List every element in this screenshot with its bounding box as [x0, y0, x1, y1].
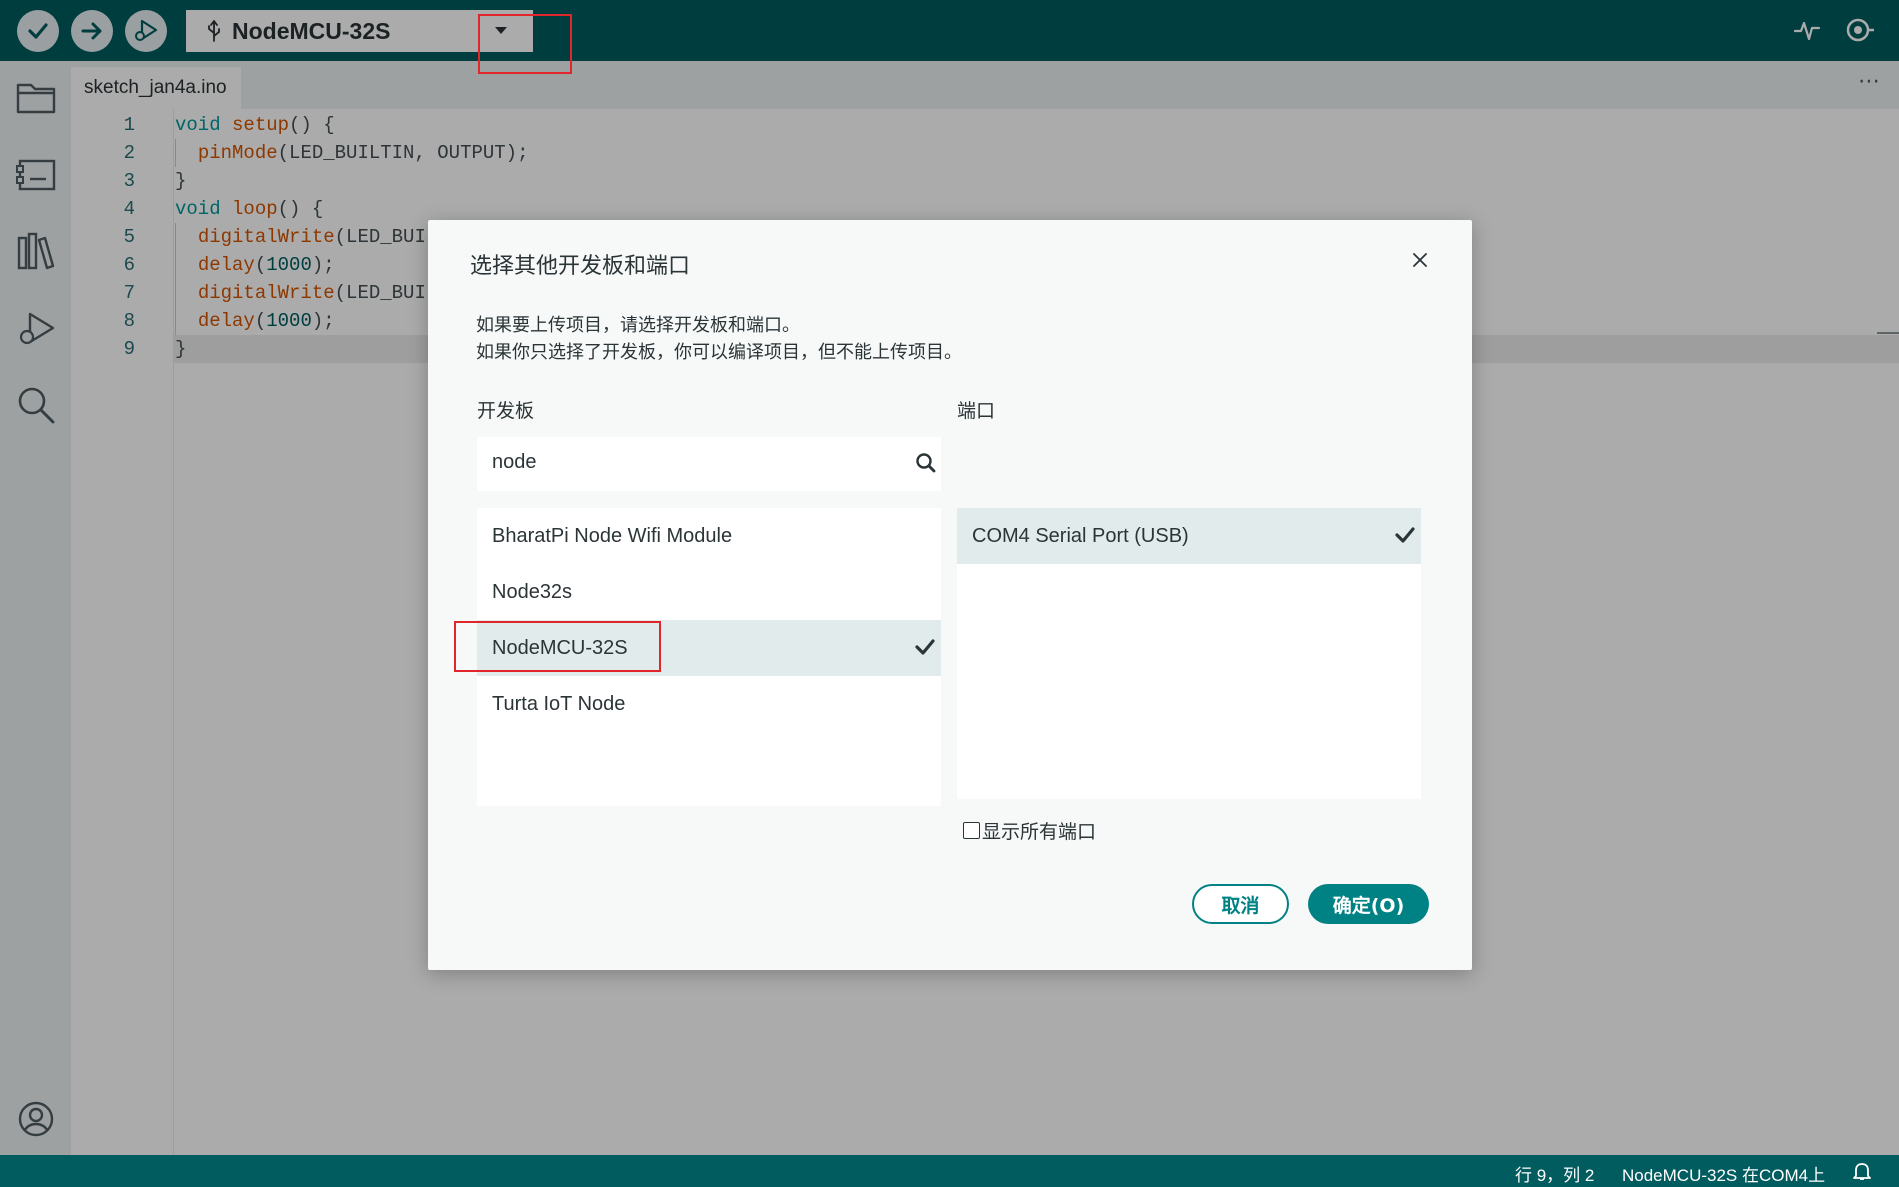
highlight-box — [454, 621, 661, 672]
status-bar: 行 9，列 2 NodeMCU-32S 在COM4上 — [0, 1155, 1899, 1187]
board-port-status[interactable]: NodeMCU-32S 在COM4上 — [1622, 1161, 1825, 1186]
ports-list: COM4 Serial Port (USB) — [957, 508, 1421, 799]
highlight-box — [478, 14, 572, 74]
show-all-ports-label: 显示所有端口 — [982, 821, 1097, 843]
port-item-selected[interactable]: COM4 Serial Port (USB) — [957, 508, 1421, 564]
cursor-position: 行 9，列 2 — [1515, 1166, 1595, 1185]
board-search-input[interactable]: node — [477, 437, 941, 491]
ports-label: 端口 — [957, 400, 996, 422]
dialog-description-line: 如果你只选择了开发板，你可以编译项目，但不能上传项目。 — [476, 342, 962, 363]
close-icon — [1413, 253, 1427, 267]
board-item-label: Node32s — [492, 580, 573, 603]
dialog-title: 选择其他开发板和端口 — [470, 254, 691, 279]
dialog-close-button[interactable] — [1408, 248, 1432, 272]
board-item-label: BharatPi Node Wifi Module — [492, 524, 733, 547]
board-search-value: node — [492, 451, 537, 473]
check-icon — [1395, 527, 1415, 543]
search-icon — [916, 453, 936, 473]
board-item[interactable]: BharatPi Node Wifi Module — [477, 508, 941, 564]
show-all-ports-checkbox[interactable] — [963, 822, 980, 839]
ok-button[interactable]: 确定(O) — [1308, 884, 1429, 924]
dialog-description-line: 如果要上传项目，请选择开发板和端口。 — [476, 315, 800, 336]
select-board-dialog: 选择其他开发板和端口 如果要上传项目，请选择开发板和端口。 如果你只选择了开发板… — [428, 220, 1472, 970]
board-item[interactable]: Node32s — [477, 564, 941, 620]
port-item-label: COM4 Serial Port (USB) — [972, 524, 1189, 547]
bell-icon[interactable] — [1853, 1161, 1871, 1181]
boards-label: 开发板 — [477, 400, 535, 422]
board-item[interactable]: Turta IoT Node — [477, 676, 941, 732]
board-item-label: Turta IoT Node — [492, 692, 626, 715]
cancel-button[interactable]: 取消 — [1192, 884, 1289, 924]
show-all-ports-option[interactable]: 显示所有端口 — [963, 817, 1096, 844]
dialog-description: 如果要上传项目，请选择开发板和端口。 如果你只选择了开发板，你可以编译项目，但不… — [476, 312, 962, 366]
check-icon — [915, 639, 935, 655]
